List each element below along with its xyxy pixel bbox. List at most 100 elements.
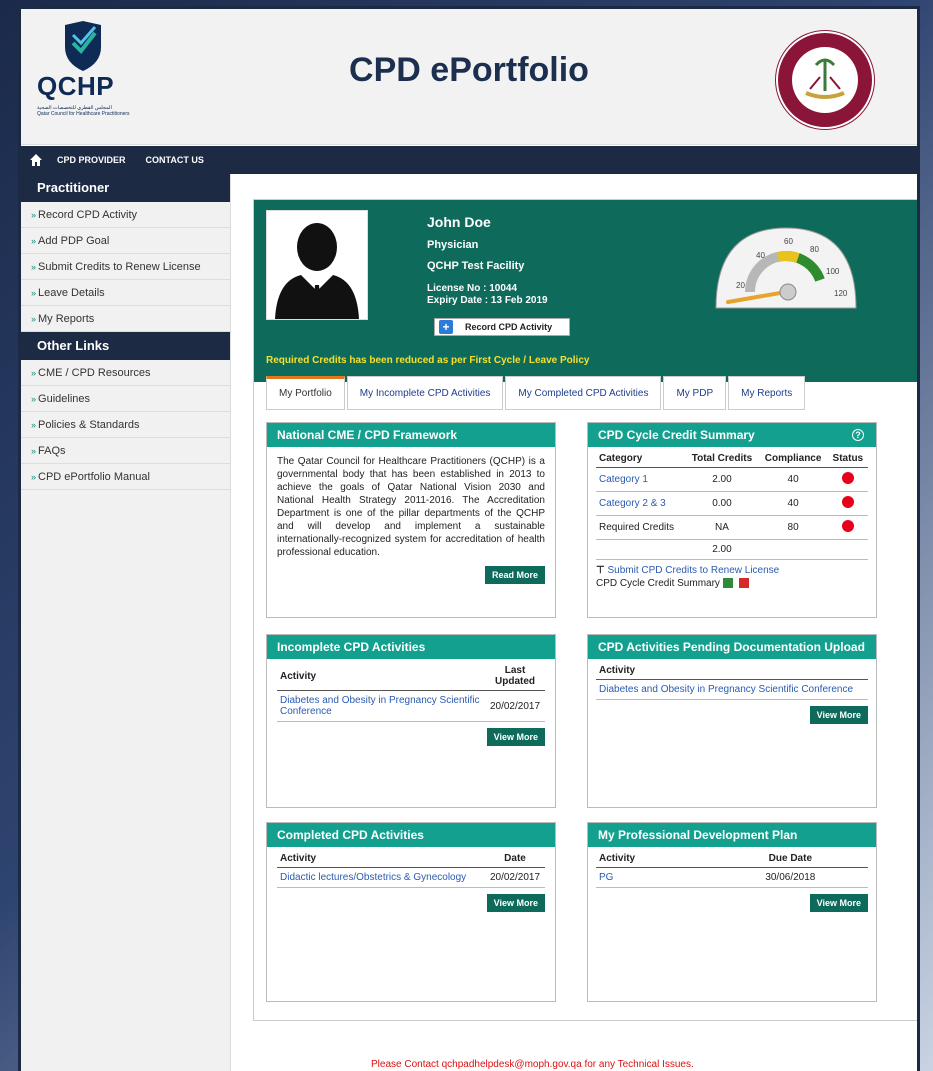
- view-more-button[interactable]: View More: [809, 894, 868, 912]
- chevron-right-icon: »: [31, 236, 37, 246]
- credit-summary-title-text: CPD Cycle Credit Summary: [598, 428, 755, 442]
- user-silhouette-icon: [275, 223, 359, 319]
- sidebar-item-add-pdp[interactable]: » Add PDP Goal: [21, 228, 230, 254]
- ministry-seal-emblem: [792, 47, 858, 113]
- activity-link[interactable]: PG: [596, 867, 713, 888]
- chevron-right-icon: »: [31, 368, 37, 378]
- sidebar-item-label: Leave Details: [38, 287, 105, 299]
- table-header: Activity: [277, 847, 485, 868]
- completed-title: Completed CPD Activities: [267, 823, 555, 847]
- summary-label: CPD Cycle Credit Summary: [596, 578, 720, 589]
- gauge-tick: 60: [784, 237, 793, 246]
- nav-contact-us[interactable]: CONTACT US: [146, 155, 204, 165]
- header: QCHP المجلس القطري للتخصصات الصحية Qatar…: [21, 9, 917, 145]
- sidebar-item-label: Guidelines: [38, 393, 90, 405]
- view-more-button[interactable]: View More: [809, 706, 868, 724]
- home-icon[interactable]: [29, 153, 43, 167]
- completed-card: Completed CPD Activities Activity Date D…: [266, 822, 556, 1002]
- table-row: Diabetes and Obesity in Pregnancy Scient…: [277, 690, 545, 722]
- chevron-right-icon: »: [31, 288, 37, 298]
- pending-title: CPD Activities Pending Documentation Upl…: [588, 635, 876, 659]
- pdp-table: Activity Due Date PG 30/06/2018: [596, 847, 868, 888]
- sidebar-item-resources[interactable]: » CME / CPD Resources: [21, 360, 230, 386]
- submit-credits-link[interactable]: Submit CPD Credits to Renew License: [608, 565, 780, 576]
- excel-icon[interactable]: [722, 578, 733, 589]
- summary-export-row: CPD Cycle Credit Summary: [596, 578, 868, 589]
- submit-credits-row: ⊤ Submit CPD Credits to Renew License: [596, 565, 868, 576]
- gauge-tick: 20: [736, 281, 745, 290]
- status-red-icon: [841, 520, 854, 532]
- logo-subtitle-en: Qatar Council for Healthcare Practitione…: [37, 111, 130, 117]
- logo-subtitle: المجلس القطري للتخصصات الصحية Qatar Coun…: [37, 105, 137, 117]
- compliance-cell: 80: [758, 515, 828, 540]
- sidebar-item-label: Add PDP Goal: [38, 235, 110, 247]
- profile-role: Physician: [427, 239, 479, 251]
- pdp-card: My Professional Development Plan Activit…: [587, 822, 877, 1002]
- credit-summary-table: Category Total Credits Compliance Status…: [596, 447, 868, 560]
- portfolio-panel: John Doe Physician QCHP Test Facility Li…: [253, 199, 917, 1021]
- table-header: Status: [827, 447, 868, 468]
- sidebar-item-manual[interactable]: » CPD ePortfolio Manual: [21, 464, 230, 490]
- pdp-title: My Professional Development Plan: [588, 823, 876, 847]
- profile-facility: QCHP Test Facility: [427, 260, 525, 272]
- table-header: Date: [485, 847, 545, 868]
- gauge-tick: 120: [834, 289, 848, 298]
- tab-my-portfolio[interactable]: My Portfolio: [266, 376, 345, 410]
- ministry-seal: [776, 31, 874, 129]
- sidebar-item-leave-details[interactable]: » Leave Details: [21, 280, 230, 306]
- record-cpd-label: Record CPD Activity: [465, 322, 553, 332]
- chevron-right-icon: »: [31, 420, 37, 430]
- pdf-icon[interactable]: [739, 578, 750, 589]
- record-cpd-button[interactable]: + Record CPD Activity: [434, 318, 570, 336]
- category-2-3-link[interactable]: Category 2 & 3: [596, 491, 686, 516]
- sidebar-item-label: FAQs: [38, 445, 66, 457]
- table-header: Activity: [277, 659, 485, 691]
- footer-support-note: Please Contact qchpadhelpdesk@moph.gov.q…: [371, 1059, 694, 1070]
- sidebar-item-label: CME / CPD Resources: [38, 367, 151, 379]
- sidebar-item-my-reports[interactable]: » My Reports: [21, 306, 230, 332]
- total-credits-cell: 0.00: [685, 491, 759, 516]
- incomplete-card: Incomplete CPD Activities Activity Last …: [266, 634, 556, 808]
- table-row: Didactic lectures/Obstetrics & Gynecolog…: [277, 867, 545, 888]
- sidebar-item-record-cpd[interactable]: » Record CPD Activity: [21, 202, 230, 228]
- sidebar-item-guidelines[interactable]: » Guidelines: [21, 386, 230, 412]
- credit-summary-card: CPD Cycle Credit Summary ? Category Tota…: [587, 422, 877, 618]
- tab-incomplete[interactable]: My Incomplete CPD Activities: [346, 376, 504, 410]
- view-more-button[interactable]: View More: [486, 894, 545, 912]
- table-row: Category 2 & 3 0.00 40: [596, 491, 868, 516]
- tab-completed[interactable]: My Completed CPD Activities: [505, 376, 662, 410]
- profile-expiry: Expiry Date : 13 Feb 2019: [427, 295, 548, 306]
- nav-cpd-provider[interactable]: CPD PROVIDER: [57, 155, 126, 165]
- read-more-button[interactable]: Read More: [484, 566, 545, 584]
- completed-table: Activity Date Didactic lectures/Obstetri…: [277, 847, 545, 888]
- compliance-cell: 40: [758, 467, 828, 492]
- total-credits-cell: NA: [685, 515, 759, 540]
- table-row: 2.00: [596, 539, 868, 560]
- sidebar-item-faqs[interactable]: » FAQs: [21, 438, 230, 464]
- gauge-tick: 80: [810, 245, 819, 254]
- compliance-cell: 40: [758, 491, 828, 516]
- help-icon[interactable]: ?: [852, 429, 864, 441]
- tab-my-reports[interactable]: My Reports: [728, 376, 806, 410]
- framework-title: National CME / CPD Framework: [267, 423, 555, 447]
- date-cell: 20/02/2017: [485, 867, 545, 888]
- chevron-right-icon: »: [31, 472, 37, 482]
- top-navigation: CPD PROVIDER CONTACT US: [21, 146, 917, 174]
- sidebar-item-submit-credits[interactable]: » Submit Credits to Renew License: [21, 254, 230, 280]
- table-row: PG 30/06/2018: [596, 867, 868, 888]
- credit-summary-title: CPD Cycle Credit Summary ?: [588, 423, 876, 447]
- category-1-link[interactable]: Category 1: [596, 467, 686, 492]
- view-more-button[interactable]: View More: [486, 728, 545, 746]
- sidebar-heading-practitioner: Practitioner: [21, 174, 230, 202]
- sidebar-item-label: Submit Credits to Renew License: [38, 261, 201, 273]
- profile-license: License No : 10044: [427, 283, 518, 294]
- table-row: Required Credits NA 80: [596, 515, 868, 540]
- tab-my-pdp[interactable]: My PDP: [663, 376, 727, 410]
- activity-link[interactable]: Diabetes and Obesity in Pregnancy Scient…: [596, 679, 868, 700]
- table-header: Total Credits: [685, 447, 759, 468]
- activity-link[interactable]: Didactic lectures/Obstetrics & Gynecolog…: [277, 867, 485, 888]
- total-credits-cell: 2.00: [685, 467, 759, 492]
- incomplete-table: Activity Last Updated Diabetes and Obesi…: [277, 659, 545, 722]
- activity-link[interactable]: Diabetes and Obesity in Pregnancy Scient…: [277, 690, 485, 722]
- sidebar-item-policies[interactable]: » Policies & Standards: [21, 412, 230, 438]
